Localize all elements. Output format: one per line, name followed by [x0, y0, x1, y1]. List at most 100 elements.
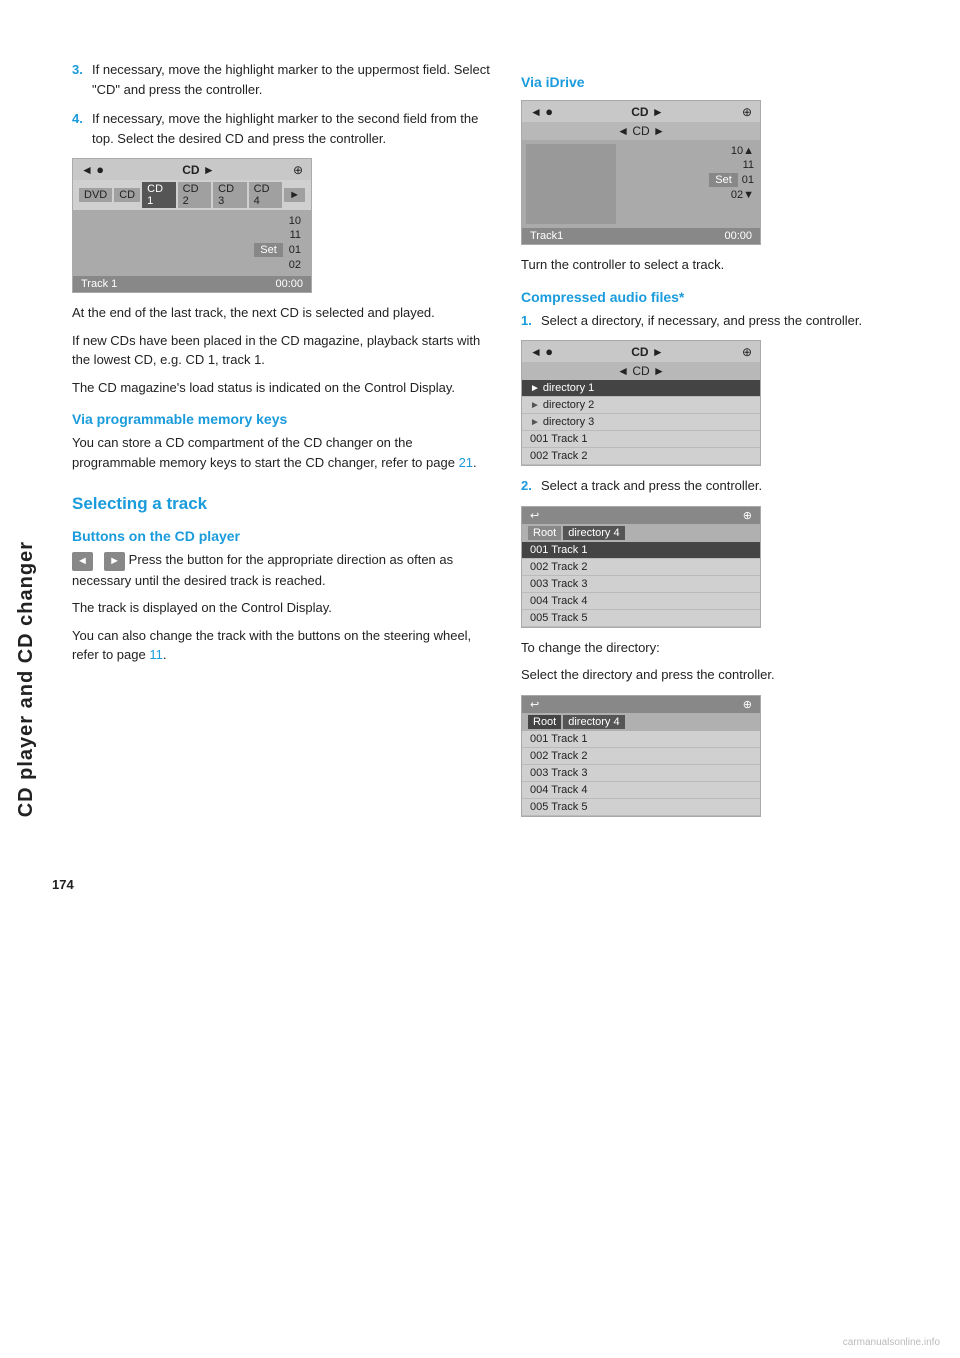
idrive-topbar-right: ⊕ [742, 105, 752, 119]
track2-item-5: 005 Track 5 [522, 799, 760, 816]
idrive-set-val: 01 [742, 174, 754, 186]
compressed-step-2: 2. Select a track and press the controll… [521, 476, 940, 496]
cd-row-02: 02 [73, 258, 311, 272]
next-btn-icon: ► [104, 552, 125, 571]
dir-topbar-right: ⊕ [742, 345, 752, 359]
cd-topbar-center: CD ► [182, 163, 215, 177]
track1-topbar: ↩ ⊕ [522, 507, 760, 524]
dir-item-track2: 002 Track 2 [522, 448, 760, 465]
cd-tab-cd4: CD 4 [249, 182, 283, 208]
idrive-track-label: Track1 [530, 230, 563, 242]
dir-list: ► directory 1 ► directory 2 ► directory … [522, 380, 760, 465]
idrive-cd-label: ◄ CD ► [617, 124, 665, 138]
track-ui-2-screenshot: ↩ ⊕ Root directory 4 001 Track 1 002 Tra… [521, 695, 781, 817]
para-2: If new CDs have been placed in the CD ma… [72, 331, 491, 370]
track1-right: ⊕ [743, 509, 752, 522]
idrive-row-02: 02▼ [626, 188, 754, 202]
watermark: carmanualsonline.info [843, 1337, 940, 1348]
dir-ui-screenshot: ◄ ● CD ► ⊕ ◄ CD ► ► directory 1 ► direct… [521, 340, 781, 466]
dir-track-1: 001 Track 1 [530, 433, 587, 445]
cd-tabs-row: DVD CD CD 1 CD 2 CD 3 CD 4 ► [73, 180, 311, 210]
buttons-heading: Buttons on the CD player [72, 528, 491, 544]
idrive-row-11: 11 [626, 158, 754, 172]
track2-dir4: directory 4 [563, 715, 624, 729]
idrive-topbar: ◄ ● CD ► ⊕ [522, 101, 760, 122]
sidebar-label-text: CD player and CD changer [15, 541, 38, 817]
track2-item-3: 003 Track 3 [522, 765, 760, 782]
track1-breadcrumb: Root directory 4 [522, 524, 760, 542]
idrive-set-row: Set 01 [626, 172, 754, 188]
buttons-text: Press the button for the appropriate dir… [72, 552, 453, 588]
track1-item-4: 004 Track 4 [522, 593, 760, 610]
dir-topbar-center: CD ► [631, 345, 664, 359]
dir-item-1: ► directory 1 [522, 380, 760, 397]
cd-bottom-bar: Track 1 00:00 [73, 276, 311, 292]
track1-list: 001 Track 1 002 Track 2 003 Track 3 004 … [522, 542, 760, 627]
step-3: 3. If necessary, move the highlight mark… [72, 60, 491, 99]
track2-topbar: ↩ ⊕ [522, 696, 760, 713]
track-ui-1-screenshot: ↩ ⊕ Root directory 4 001 Track 1 002 Tra… [521, 506, 781, 628]
idrive-time: 00:00 [724, 230, 752, 242]
cd-set-row: Set 01 [73, 242, 311, 258]
cd-track-label: Track 1 [81, 278, 117, 290]
track2-item-2: 002 Track 2 [522, 748, 760, 765]
cd-tab-more: ► [284, 188, 305, 202]
dir-label-3: directory 3 [543, 416, 594, 428]
via-prog-heading: Via programmable memory keys [72, 411, 491, 427]
compressed-step-2-num: 2. [521, 476, 535, 496]
track2-item-1: 001 Track 1 [522, 731, 760, 748]
change-dir-text1: To change the directory: [521, 638, 940, 658]
track2-root: Root [528, 715, 561, 729]
cd-cover [526, 144, 616, 224]
para-3: The CD magazine's load status is indicat… [72, 378, 491, 398]
track1-back: ↩ [530, 509, 539, 522]
cd-topbar-left: ◄ ● [81, 162, 104, 177]
idrive-topbar-left: ◄ ● [530, 104, 553, 119]
buttons-para-2: The track is displayed on the Control Di… [72, 598, 491, 618]
cd-topbar-right: ⊕ [293, 163, 303, 177]
track1-root: Root [528, 526, 561, 540]
idrive-instruction: Turn the controller to select a track. [521, 255, 940, 275]
idrive-track-list: 10▲ 11 Set 01 02▼ [620, 140, 760, 228]
step-4: 4. If necessary, move the highlight mark… [72, 109, 491, 148]
dir-cd-label: ◄ CD ► [617, 364, 665, 378]
dir-topbar-left: ◄ ● [530, 344, 553, 359]
track2-item-4: 004 Track 4 [522, 782, 760, 799]
cd-tab-dvd: DVD [79, 188, 112, 202]
dir-label-1: directory 1 [543, 382, 594, 394]
prev-btn-icon: ◄ [72, 552, 93, 571]
buttons-para-1: ◄ ► Press the button for the appropriate… [72, 550, 491, 590]
step-3-text: If necessary, move the highlight marker … [92, 60, 491, 99]
cd-tab-cd3: CD 3 [213, 182, 247, 208]
dir-arrow-2: ► [530, 400, 540, 411]
track2-back: ↩ [530, 698, 539, 711]
left-column: 3. If necessary, move the highlight mark… [72, 60, 491, 827]
para-1: At the end of the last track, the next C… [72, 303, 491, 323]
dir-arrow-1: ► [530, 383, 540, 394]
idrive-bottom-bar: Track1 00:00 [522, 228, 760, 244]
sidebar-label: CD player and CD changer [0, 0, 52, 1358]
change-dir-text2: Select the directory and press the contr… [521, 665, 940, 685]
track2-breadcrumb: Root directory 4 [522, 713, 760, 731]
dir-item-3: ► directory 3 [522, 414, 760, 431]
page-link-21: 21 [459, 455, 473, 470]
idrive-set-label: Set [709, 173, 738, 187]
dir-item-track1: 001 Track 1 [522, 431, 760, 448]
step-4-text: If necessary, move the highlight marker … [92, 109, 491, 148]
selecting-heading: Selecting a track [72, 494, 491, 514]
cd-topbar: ◄ ● CD ► ⊕ [73, 159, 311, 180]
cd-row-10: 10 [73, 214, 311, 228]
cd-set-label: Set [254, 243, 283, 257]
cd-tab-cd: CD [114, 188, 140, 202]
cd-body: 10 11 Set 01 02 [73, 210, 311, 276]
step-4-num: 4. [72, 109, 86, 148]
compressed-step-1: 1. Select a directory, if necessary, and… [521, 311, 940, 331]
track2-right: ⊕ [743, 698, 752, 711]
dir-sub-row: ◄ CD ► [522, 362, 760, 380]
idrive-ui-screenshot: ◄ ● CD ► ⊕ ◄ CD ► 10▲ 11 [521, 100, 781, 245]
compressed-step-1-text: Select a directory, if necessary, and pr… [541, 311, 940, 331]
idrive-content-row: 10▲ 11 Set 01 02▼ [522, 140, 760, 228]
right-column: Via iDrive ◄ ● CD ► ⊕ ◄ CD ► [521, 60, 940, 827]
dir-topbar: ◄ ● CD ► ⊕ [522, 341, 760, 362]
compressed-heading: Compressed audio files* [521, 289, 940, 305]
